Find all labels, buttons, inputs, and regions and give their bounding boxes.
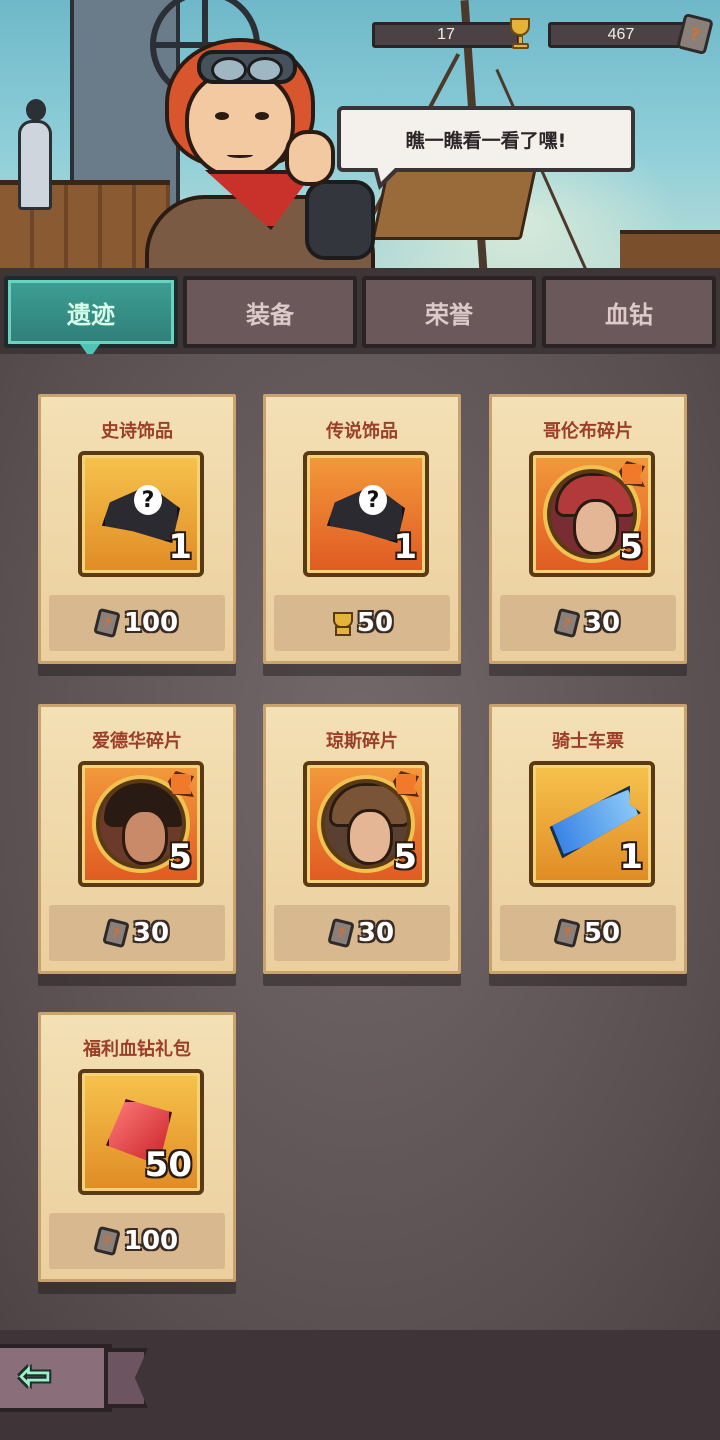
item-frame: 5 [303, 761, 429, 887]
question-mark-icon: ? [134, 485, 162, 515]
tab-honor[interactable]: 荣誉 [362, 276, 536, 348]
item-frame: 5 [529, 451, 655, 577]
price-value: 30 [583, 608, 621, 638]
girl-hand [285, 130, 335, 186]
girl-mouth [227, 152, 253, 158]
price-value: 50 [356, 608, 394, 638]
back-arrow-icon: ⇦ [18, 1353, 52, 1399]
rune-stone-icon: ? [102, 917, 130, 949]
price-button[interactable]: ? 50 [500, 905, 676, 961]
shop-item-epic-accessory[interactable]: 史诗饰品 ? 1 ? 100 [38, 394, 236, 664]
girl-arm [305, 180, 375, 260]
price-button[interactable]: ? 100 [49, 1213, 225, 1269]
item-frame: 5 [78, 761, 204, 887]
item-quantity: 1 [619, 837, 643, 877]
item-quantity: 50 [144, 1145, 192, 1185]
item-frame: ? 1 [78, 451, 204, 577]
price-button[interactable]: ? 30 [500, 595, 676, 651]
item-title: 传说饰品 [326, 421, 398, 442]
item-title: 哥伦布碎片 [543, 421, 633, 442]
item-title: 琼斯碎片 [326, 731, 398, 752]
girl-face [185, 70, 295, 180]
price-button[interactable]: ? 30 [49, 905, 225, 961]
rune-stone-icon: ? [553, 607, 581, 639]
goggles-icon [197, 50, 297, 84]
ship-deck [620, 230, 720, 272]
shop-item-knight-ticket[interactable]: 骑士车票 1 ? 50 [489, 704, 687, 974]
girl-eye [215, 112, 229, 120]
rune-stone-icon: ? [93, 1225, 121, 1257]
trophy-icon [331, 610, 353, 636]
item-title: 史诗饰品 [101, 421, 173, 442]
tab-relics[interactable]: 遗迹 [4, 276, 178, 348]
price-button[interactable]: ? 30 [274, 905, 450, 961]
price-value: 30 [132, 918, 170, 948]
price-value: 30 [357, 918, 395, 948]
shop-item-blood-diamond-pack[interactable]: 福利血钻礼包 50 ? 100 [38, 1012, 236, 1282]
price-button[interactable]: 50 [274, 595, 450, 651]
price-value: 50 [583, 918, 621, 948]
item-quantity: 5 [168, 837, 192, 877]
item-quantity: 5 [393, 837, 417, 877]
trophy-icon [506, 16, 534, 52]
price-value: 100 [123, 608, 179, 638]
shop-item-edward-shard[interactable]: 爱德华碎片 5 ? 30 [38, 704, 236, 974]
shop-item-legendary-accessory[interactable]: 传说饰品 ? 1 50 [263, 394, 461, 664]
item-frame: ? 1 [303, 451, 429, 577]
shop-item-jones-shard[interactable]: 琼斯碎片 5 ? 30 [263, 704, 461, 974]
back-button[interactable]: ⇦ [0, 1344, 150, 1412]
dock-worker [18, 99, 52, 210]
rune-stone-icon: ? [676, 12, 714, 56]
price-value: 100 [123, 1226, 179, 1256]
item-quantity: 1 [168, 527, 192, 567]
tab-blood-diamond[interactable]: 血钻 [542, 276, 716, 348]
stone-counter: 467 [548, 22, 694, 48]
rune-stone-icon: ? [93, 607, 121, 639]
item-frame: 50 [78, 1069, 204, 1195]
item-title: 福利血钻礼包 [83, 1039, 191, 1060]
item-quantity: 1 [393, 527, 417, 567]
tab-equipment[interactable]: 装备 [183, 276, 357, 348]
rune-stone-icon: ? [553, 917, 581, 949]
question-mark-icon: ? [359, 485, 387, 515]
item-frame: 1 [529, 761, 655, 887]
rune-stone-icon: ? [327, 917, 355, 949]
price-button[interactable]: ? 100 [49, 595, 225, 651]
item-title: 骑士车票 [552, 731, 624, 752]
item-title: 爱德华碎片 [92, 731, 182, 752]
item-quantity: 5 [619, 527, 643, 567]
girl-eye [255, 112, 269, 120]
trophy-counter: 17 [372, 22, 520, 48]
speech-bubble: 瞧一瞧看一看了嘿! [337, 106, 635, 190]
shop-item-columbus-shard[interactable]: 哥伦布碎片 5 ? 30 [489, 394, 687, 664]
